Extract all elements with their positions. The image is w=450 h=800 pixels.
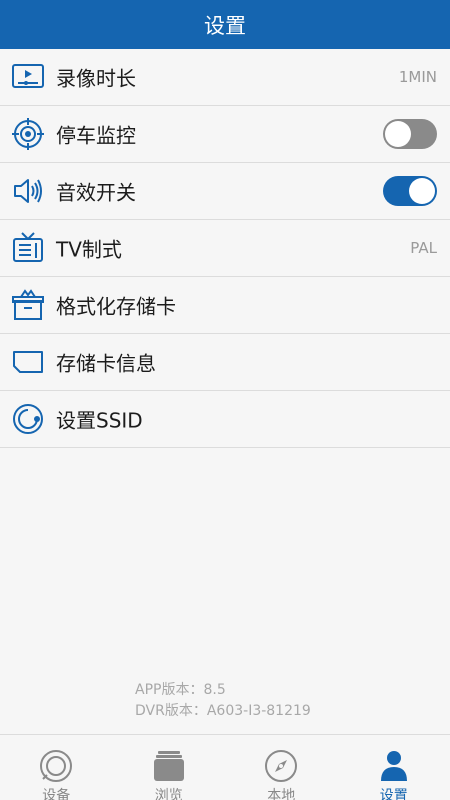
setting-parking-monitor[interactable]: 停车监控 bbox=[0, 106, 450, 163]
setting-label: 音效开关 bbox=[56, 180, 136, 205]
tab-local[interactable]: 本地 bbox=[225, 735, 338, 800]
tab-label: 本地 bbox=[267, 788, 296, 800]
setting-sound[interactable]: 音效开关 bbox=[0, 163, 450, 220]
setting-format-card[interactable]: 格式化存储卡 bbox=[0, 277, 450, 334]
album-icon bbox=[152, 749, 186, 783]
tab-browse[interactable]: 浏览 bbox=[113, 735, 226, 800]
setting-label: 格式化存储卡 bbox=[56, 294, 176, 319]
setting-video-duration[interactable]: 录像时长 1MIN bbox=[0, 49, 450, 106]
tab-label: 设备 bbox=[42, 788, 71, 800]
setting-value: PAL bbox=[410, 239, 437, 257]
page-title: 设置 bbox=[204, 13, 246, 38]
user-icon bbox=[377, 749, 411, 783]
tab-device[interactable]: 设备 bbox=[0, 735, 113, 800]
setting-value: 1MIN bbox=[398, 68, 437, 86]
version-info: APP版本：8.5 DVR版本：A603-I3-81219 bbox=[135, 680, 311, 722]
tab-settings[interactable]: 设置 bbox=[338, 735, 450, 800]
video-duration-icon bbox=[11, 60, 45, 94]
setting-label: 停车监控 bbox=[56, 123, 136, 148]
sd-card-icon bbox=[11, 345, 45, 379]
setting-ssid[interactable]: 设置SSID bbox=[0, 391, 450, 448]
format-box-icon bbox=[11, 288, 45, 322]
tab-label: 浏览 bbox=[154, 788, 183, 800]
target-icon bbox=[11, 117, 45, 151]
toggle-knob bbox=[409, 178, 435, 204]
speaker-icon bbox=[11, 174, 45, 208]
app-version: APP版本：8.5 bbox=[135, 682, 226, 698]
dvr-version: DVR版本：A603-I3-81219 bbox=[135, 703, 311, 719]
settings-list: 录像时长 1MIN 停车监控 音效开关 TV制式 PAL 格式化存储卡 存储卡信… bbox=[0, 49, 450, 448]
setting-tv-format[interactable]: TV制式 PAL bbox=[0, 220, 450, 277]
bottom-tab-bar: 设备 浏览 本地 设置 bbox=[0, 734, 450, 800]
setting-label: 录像时长 bbox=[56, 66, 136, 91]
tv-icon bbox=[11, 231, 45, 265]
compass-icon bbox=[264, 749, 298, 783]
tab-label: 设置 bbox=[379, 788, 408, 800]
toggle-knob bbox=[385, 121, 411, 147]
parking-monitor-toggle[interactable] bbox=[383, 119, 437, 149]
ssid-circle-icon bbox=[11, 402, 45, 436]
sound-toggle[interactable] bbox=[383, 176, 437, 206]
setting-label: TV制式 bbox=[56, 237, 122, 262]
camera-lens-icon bbox=[39, 749, 73, 783]
setting-label: 设置SSID bbox=[56, 408, 143, 433]
app-header: 设置 bbox=[0, 0, 450, 49]
setting-label: 存储卡信息 bbox=[56, 351, 156, 376]
setting-card-info[interactable]: 存储卡信息 bbox=[0, 334, 450, 391]
